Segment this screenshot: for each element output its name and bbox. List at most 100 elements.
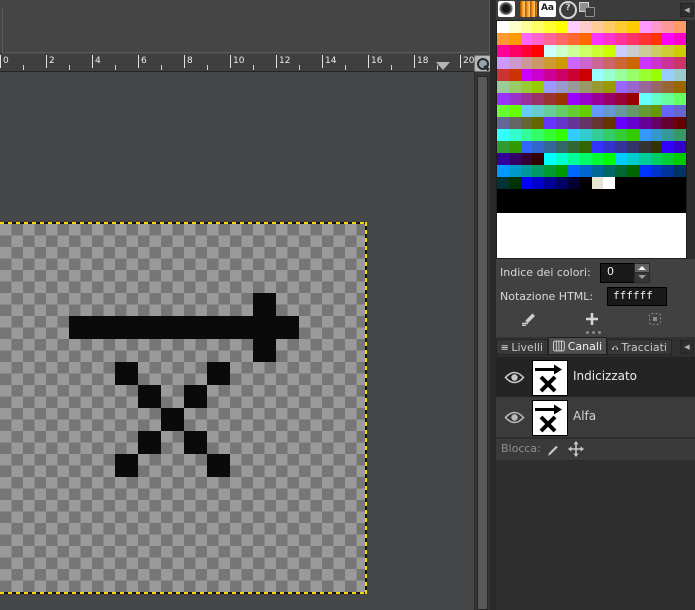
palette-cell[interactable] [532, 117, 545, 129]
tab-livelli[interactable]: Livelli [496, 339, 548, 355]
zoom-follow-window-button[interactable] [474, 55, 491, 72]
palette-cell[interactable] [650, 21, 663, 33]
palette-cell[interactable] [532, 129, 545, 141]
palette-cell[interactable] [520, 93, 533, 105]
tab-canali[interactable]: Canali [548, 337, 607, 355]
palette-cell[interactable] [615, 189, 627, 201]
palette-cell[interactable] [544, 33, 557, 45]
help-tab-icon[interactable]: ? [559, 1, 577, 19]
palette-cell[interactable] [603, 69, 616, 81]
palette-cell[interactable] [615, 21, 627, 33]
palette-cell[interactable] [532, 57, 545, 69]
palette-cell[interactable] [556, 129, 568, 141]
visibility-eye-icon[interactable] [504, 410, 525, 425]
palette-cell[interactable] [662, 117, 675, 129]
palette-cell[interactable] [662, 153, 675, 165]
palette-cell[interactable] [615, 141, 627, 153]
palette-cell[interactable] [556, 153, 568, 165]
palette-cell[interactable] [579, 105, 592, 117]
channel-row-alfa[interactable]: Alfa [496, 397, 695, 437]
palette-cell[interactable] [626, 45, 639, 57]
palette-cell[interactable] [567, 165, 580, 177]
palette-cell[interactable] [520, 153, 533, 165]
palette-cell[interactable] [556, 117, 568, 129]
palette-cell[interactable] [567, 153, 580, 165]
palette-cell[interactable] [674, 129, 686, 141]
palette-cell[interactable] [567, 21, 580, 33]
palette-cell[interactable] [626, 177, 639, 189]
palette-cell[interactable] [615, 153, 627, 165]
palette-cell[interactable] [615, 33, 627, 45]
palette-cell[interactable] [615, 105, 627, 117]
palette-cell[interactable] [626, 189, 639, 201]
palette-cell[interactable] [497, 33, 509, 45]
canvas-vertical-scrollbar[interactable] [474, 72, 490, 610]
dialog-collapse-button[interactable]: ◀ [680, 340, 694, 354]
palette-cell[interactable] [674, 45, 686, 57]
palette-cell[interactable] [520, 141, 533, 153]
palette-cell[interactable] [579, 81, 592, 93]
palette-cell[interactable] [650, 93, 663, 105]
palette-cell[interactable] [544, 117, 557, 129]
palette-cell[interactable] [544, 93, 557, 105]
lock-position-toggle[interactable] [568, 441, 584, 457]
palette-cell[interactable] [650, 153, 663, 165]
palette-cell[interactable] [650, 69, 663, 81]
palette-cell[interactable] [508, 81, 521, 93]
horizontal-ruler[interactable]: 0 2 4 6 8 10 12 14 16 18 20 [0, 55, 474, 72]
palette-cell[interactable] [591, 141, 604, 153]
palette-cell[interactable] [579, 93, 592, 105]
scrollbar-thumb[interactable] [477, 76, 488, 610]
palette-cell[interactable] [626, 201, 639, 213]
palette-cell[interactable] [532, 177, 545, 189]
palette-cell[interactable] [638, 141, 651, 153]
palette-cell[interactable] [497, 69, 509, 81]
palette-cell[interactable] [615, 201, 627, 213]
palette-cell[interactable] [497, 45, 509, 57]
palette-cell[interactable] [544, 45, 557, 57]
palette-cell[interactable] [520, 33, 533, 45]
palette-cell[interactable] [603, 117, 616, 129]
palette-cell[interactable] [603, 141, 616, 153]
palette-cell[interactable] [591, 177, 604, 189]
palette-cell[interactable] [544, 165, 557, 177]
fonts-tab-icon[interactable]: Aa [539, 1, 556, 17]
palette-cell[interactable] [638, 81, 651, 93]
palette-cell[interactable] [508, 45, 521, 57]
palette-cell[interactable] [532, 81, 545, 93]
palette-cell[interactable] [579, 153, 592, 165]
palette-cell[interactable] [650, 129, 663, 141]
palette-cell[interactable] [520, 69, 533, 81]
palette-cell[interactable] [638, 189, 651, 201]
palette-cell[interactable] [556, 189, 568, 201]
palette-cell[interactable] [603, 189, 616, 201]
palette-cell[interactable] [626, 69, 639, 81]
palette-cell[interactable] [497, 129, 509, 141]
palette-cell[interactable] [567, 177, 580, 189]
palette-cell[interactable] [626, 33, 639, 45]
palette-cell[interactable] [603, 129, 616, 141]
palette-cell[interactable] [615, 93, 627, 105]
palette-cell[interactable] [650, 57, 663, 69]
palette-cell[interactable] [579, 129, 592, 141]
palette-cell[interactable] [556, 45, 568, 57]
palette-cell[interactable] [544, 141, 557, 153]
palette-cell[interactable] [567, 33, 580, 45]
palette-cell[interactable] [626, 105, 639, 117]
palette-cell[interactable] [497, 117, 509, 129]
palette-cell[interactable] [579, 33, 592, 45]
palette-cell[interactable] [638, 117, 651, 129]
palette-cell[interactable] [626, 93, 639, 105]
channel-row-indicizzato[interactable]: Indicizzato [496, 357, 695, 397]
lock-pixels-toggle[interactable] [546, 442, 560, 456]
palette-cell[interactable] [615, 57, 627, 69]
palette-cell[interactable] [567, 81, 580, 93]
palette-cell[interactable] [579, 177, 592, 189]
palette-cell[interactable] [544, 189, 557, 201]
palette-cell[interactable] [532, 69, 545, 81]
palette-cell[interactable] [603, 93, 616, 105]
palette-cell[interactable] [544, 153, 557, 165]
palette-cell[interactable] [508, 21, 521, 33]
palette-cell[interactable] [520, 189, 533, 201]
add-color-button[interactable] [579, 308, 605, 329]
